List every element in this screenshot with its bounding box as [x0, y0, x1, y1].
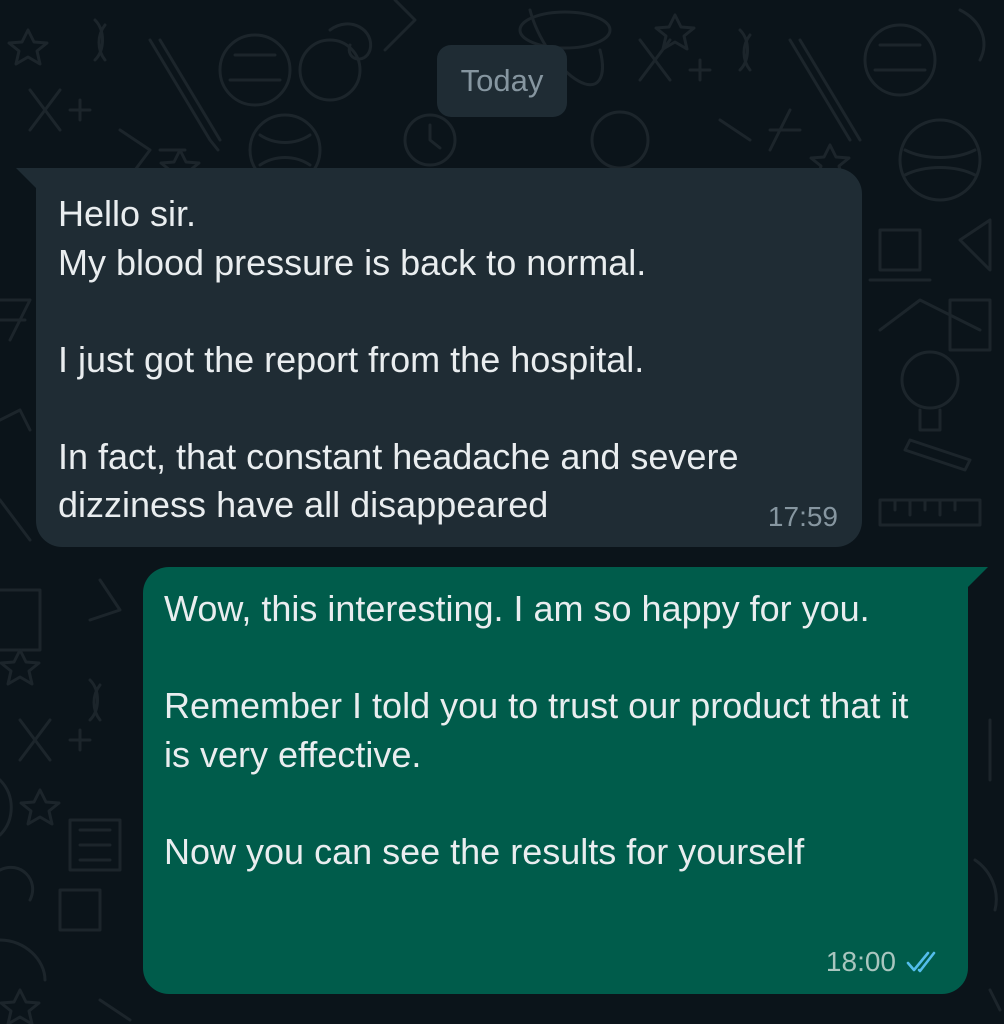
date-separator: Today [437, 45, 567, 117]
incoming-message-bubble[interactable]: Hello sir. My blood pressure is back to … [16, 168, 862, 547]
date-separator-label: Today [460, 63, 544, 98]
outgoing-message-time: 18:00 [825, 946, 896, 977]
chat-area[interactable]: Today Hello sir. My blood pressure is ba… [0, 0, 1004, 1024]
double-check-read-icon [906, 951, 936, 973]
incoming-message-time: 17:59 [767, 501, 838, 532]
outgoing-bubble-tail [966, 567, 988, 589]
incoming-bubble-tail [16, 168, 38, 190]
outgoing-message-bubble[interactable]: Wow, this interesting. I am so happy for… [143, 567, 988, 994]
incoming-message-meta: 17:59 [768, 501, 838, 533]
outgoing-message-text: Wow, this interesting. I am so happy for… [164, 588, 909, 872]
outgoing-message-meta: 18:00 [826, 946, 942, 978]
incoming-message-text: Hello sir. My blood pressure is back to … [58, 193, 739, 525]
